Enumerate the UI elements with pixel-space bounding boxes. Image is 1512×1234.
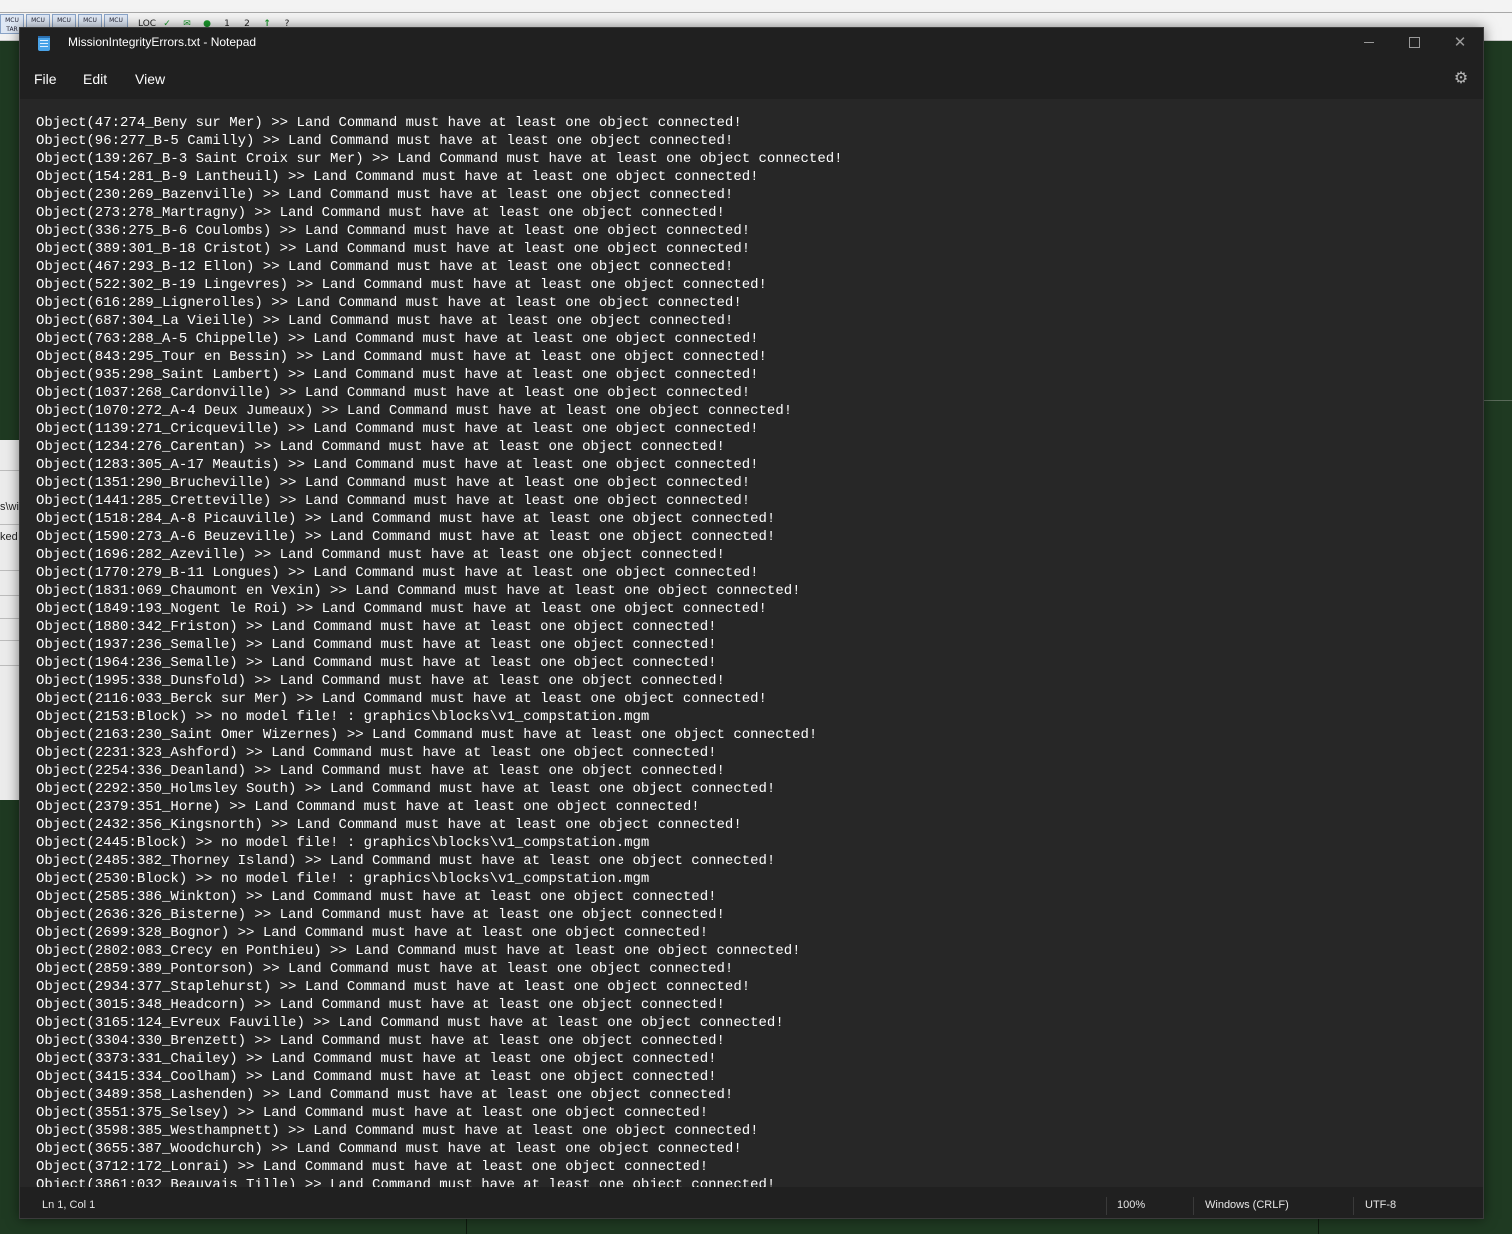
background-left-panel: s\wil ked — [0, 440, 20, 800]
text-line: Object(3304:330_Brenzett) >> Land Comman… — [36, 1033, 725, 1049]
menu-bar: File Edit View ⚙ — [20, 59, 1483, 99]
status-bar: Ln 1, Col 1 100% Windows (CRLF) UTF-8 — [20, 1194, 1483, 1218]
background-divider — [0, 12, 1512, 13]
text-line: Object(2934:377_Staplehurst) >> Land Com… — [36, 979, 751, 995]
text-line: Object(3415:334_Coolham) >> Land Command… — [36, 1069, 717, 1085]
close-button[interactable]: ✕ — [1437, 28, 1483, 58]
text-line: Object(2116:033_Berck sur Mer) >> Land C… — [36, 691, 767, 707]
text-line: Object(3165:124_Evreux Fauville) >> Land… — [36, 1015, 784, 1031]
text-line: Object(1518:284_A-8 Picauville) >> Land … — [36, 511, 776, 527]
text-line: Object(3551:375_Selsey) >> Land Command … — [36, 1105, 709, 1121]
text-line: Object(1964:236_Semalle) >> Land Command… — [36, 655, 717, 671]
minimize-icon — [1364, 41, 1374, 43]
menu-edit[interactable]: Edit — [83, 71, 107, 87]
background-divider — [1484, 400, 1512, 401]
text-line: Object(1283:305_A-17 Meautis) >> Land Co… — [36, 457, 759, 473]
text-content: Object(47:274_Beny sur Mer) >> Land Comm… — [36, 114, 843, 1187]
text-line: Object(3373:331_Chailey) >> Land Command… — [36, 1051, 717, 1067]
text-line: Object(2859:389_Pontorson) >> Land Comma… — [36, 961, 734, 977]
text-line: Object(2802:083_Crecy en Ponthieu) >> La… — [36, 943, 801, 959]
encoding: UTF-8 — [1365, 1199, 1397, 1211]
background-path-text: s\wil — [0, 501, 20, 513]
menu-view[interactable]: View — [135, 71, 165, 87]
text-line: Object(2636:326_Bisterne) >> Land Comman… — [36, 907, 725, 923]
text-line: Object(230:269_Bazenville) >> Land Comma… — [36, 187, 734, 203]
text-line: Object(1590:273_A-6 Beuzeville) >> Land … — [36, 529, 776, 545]
text-line: Object(2699:328_Bognor) >> Land Command … — [36, 925, 709, 941]
text-editor-area[interactable]: Object(47:274_Beny sur Mer) >> Land Comm… — [20, 99, 1483, 1187]
text-line: Object(2153:Block) >> no model file! : g… — [36, 709, 650, 725]
text-line: Object(935:298_Saint Lambert) >> Land Co… — [36, 367, 759, 383]
text-line: Object(843:295_Tour en Bessin) >> Land C… — [36, 349, 767, 365]
text-line: Object(2585:386_Winkton) >> Land Command… — [36, 889, 717, 905]
menu-file[interactable]: File — [34, 71, 57, 87]
text-line: Object(3712:172_Lonrai) >> Land Command … — [36, 1159, 709, 1175]
text-line: Object(96:277_B-5 Camilly) >> Land Comma… — [36, 133, 734, 149]
text-line: Object(2485:382_Thorney Island) >> Land … — [36, 853, 776, 869]
minimize-button[interactable] — [1346, 28, 1392, 58]
text-line: Object(1351:290_Brucheville) >> Land Com… — [36, 475, 751, 491]
text-line: Object(1037:268_Cardonville) >> Land Com… — [36, 385, 751, 401]
text-line: Object(139:267_B-3 Saint Croix sur Mer) … — [36, 151, 843, 167]
text-line: Object(1880:342_Friston) >> Land Command… — [36, 619, 717, 635]
text-line: Object(2163:230_Saint Omer Wizernes) >> … — [36, 727, 818, 743]
text-line: Object(616:289_Lignerolles) >> Land Comm… — [36, 295, 742, 311]
text-line: Object(3015:348_Headcorn) >> Land Comman… — [36, 997, 725, 1013]
text-line: Object(47:274_Beny sur Mer) >> Land Comm… — [36, 115, 742, 131]
close-icon: ✕ — [1453, 33, 1467, 51]
text-line: Object(336:275_B-6 Coulombs) >> Land Com… — [36, 223, 751, 239]
text-line: Object(2292:350_Holmsley South) >> Land … — [36, 781, 776, 797]
text-line: Object(2432:356_Kingsnorth) >> Land Comm… — [36, 817, 742, 833]
window-title: MissionIntegrityErrors.txt - Notepad — [68, 35, 257, 49]
text-line: Object(1995:338_Dunsfold) >> Land Comman… — [36, 673, 725, 689]
line-ending: Windows (CRLF) — [1205, 1199, 1289, 1211]
text-line: Object(2254:336_Deanland) >> Land Comman… — [36, 763, 725, 779]
text-line: Object(2379:351_Horne) >> Land Command m… — [36, 799, 700, 815]
text-line: Object(1770:279_B-11 Longues) >> Land Co… — [36, 565, 759, 581]
settings-gear-icon[interactable]: ⚙ — [1453, 70, 1469, 86]
text-line: Object(3489:358_Lashenden) >> Land Comma… — [36, 1087, 734, 1103]
text-line: Object(273:278_Martragny) >> Land Comman… — [36, 205, 725, 221]
zoom-level: 100% — [1117, 1199, 1146, 1211]
text-line: Object(2231:323_Ashford) >> Land Command… — [36, 745, 717, 761]
text-line: Object(1696:282_Azeville) >> Land Comman… — [36, 547, 725, 563]
maximize-button[interactable] — [1391, 28, 1437, 58]
maximize-icon — [1408, 36, 1420, 48]
notepad-window: MissionIntegrityErrors.txt - Notepad ✕ F… — [19, 27, 1484, 1219]
text-line: Object(1070:272_A-4 Deux Jumeaux) >> Lan… — [36, 403, 793, 419]
title-bar[interactable]: MissionIntegrityErrors.txt - Notepad ✕ — [20, 28, 1483, 58]
text-line: Object(1831:069_Chaumont en Vexin) >> La… — [36, 583, 801, 599]
text-line: Object(763:288_A-5 Chippelle) >> Land Co… — [36, 331, 759, 347]
text-line: Object(2445:Block) >> no model file! : g… — [36, 835, 650, 851]
text-line: Object(389:301_B-18 Cristot) >> Land Com… — [36, 241, 751, 257]
text-line: Object(1849:193_Nogent le Roi) >> Land C… — [36, 601, 767, 617]
cursor-position: Ln 1, Col 1 — [42, 1199, 96, 1211]
text-line: Object(467:293_B-12 Ellon) >> Land Comma… — [36, 259, 734, 275]
text-line: Object(1234:276_Carentan) >> Land Comman… — [36, 439, 725, 455]
text-line: Object(3655:387_Woodchurch) >> Land Comm… — [36, 1141, 742, 1157]
text-line: Object(687:304_La Vieille) >> Land Comma… — [36, 313, 734, 329]
background-status-text: ked — [0, 531, 18, 543]
text-line: Object(3598:385_Westhampnett) >> Land Co… — [36, 1123, 759, 1139]
text-line: Object(1441:285_Cretteville) >> Land Com… — [36, 493, 751, 509]
text-line: Object(522:302_B-19 Lingevres) >> Land C… — [36, 277, 767, 293]
text-line: Object(3861:032_Beauvais Tille) >> Land … — [36, 1177, 776, 1187]
text-line: Object(1139:271_Cricqueville) >> Land Co… — [36, 421, 759, 437]
text-line: Object(154:281_B-9 Lantheuil) >> Land Co… — [36, 169, 759, 185]
text-line: Object(1937:236_Semalle) >> Land Command… — [36, 637, 717, 653]
notepad-icon — [38, 36, 50, 51]
text-line: Object(2530:Block) >> no model file! : g… — [36, 871, 650, 887]
